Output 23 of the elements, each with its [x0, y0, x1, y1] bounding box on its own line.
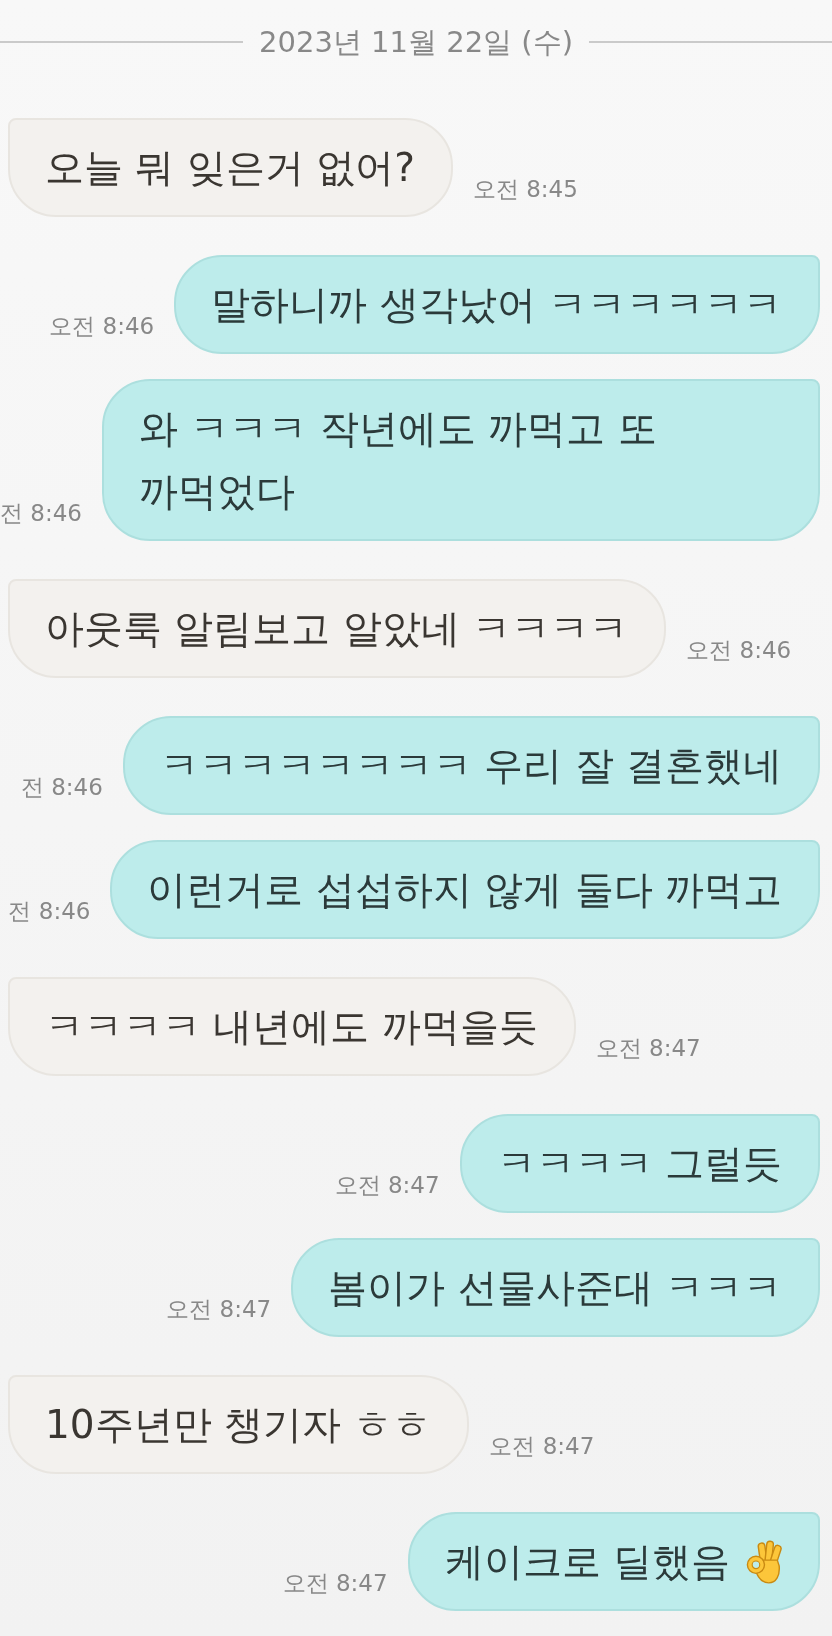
- message-time: 오전 8:47: [166, 1295, 272, 1323]
- message-time: 전 8:46: [20, 773, 103, 801]
- message-text: 오늘 뭐 잊은거 없어?: [45, 144, 415, 192]
- message-time: 오전 8:47: [282, 1569, 388, 1597]
- message-text: 아웃룩 알림보고 알았네 ㅋㅋㅋㅋ: [45, 605, 629, 653]
- message-time: 전 8:46: [0, 499, 82, 527]
- message-text: 와 ㅋㅋㅋ 작년에도 까먹고 또 까먹었다: [138, 405, 658, 516]
- message-time: 오전 8:47: [595, 1034, 701, 1062]
- message-time: 오전 8:47: [334, 1171, 440, 1199]
- message-text: 이런거로 섭섭하지 않게 둘다 까먹고: [147, 866, 782, 914]
- message-text: ㅋㅋㅋㅋ 내년에도 까먹을듯: [45, 1003, 538, 1051]
- message-text: 말하니까 생각났어 ㅋㅋㅋㅋㅋㅋ: [211, 281, 782, 329]
- message-text: 케이크로 딜했음: [444, 1538, 730, 1586]
- message-time: 오전 8:47: [489, 1432, 595, 1460]
- message-text: 10주년만 챙기자 ㅎㅎ: [45, 1401, 432, 1449]
- message-time: 전 8:46: [8, 897, 91, 925]
- message-time: 오전 8:46: [686, 636, 792, 664]
- message-time: 오전 8:46: [49, 312, 155, 340]
- message-time: 오전 8:45: [472, 175, 578, 203]
- message-text: ㅋㅋㅋㅋ 그럴듯: [496, 1140, 782, 1188]
- message-text: 봄이가 선물사준대 ㅋㅋㅋ: [328, 1264, 782, 1312]
- date-label: 2023년 11월 22일 (수): [258, 24, 574, 61]
- message-text: ㅋㅋㅋㅋㅋㅋㅋㅋ 우리 잘 결혼했네: [159, 742, 782, 790]
